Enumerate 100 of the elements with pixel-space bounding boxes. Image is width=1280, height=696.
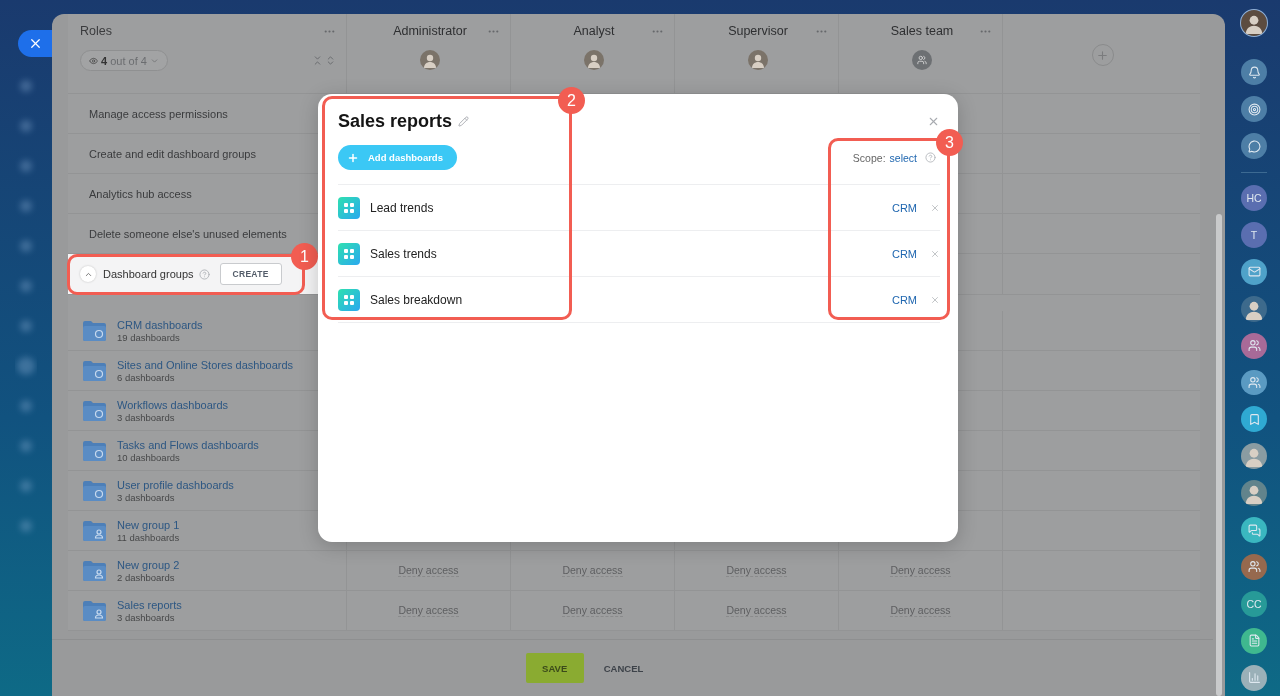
group-link[interactable]: CRM dashboards [117,318,203,331]
close-icon [930,248,940,259]
chat-icon [1247,139,1261,153]
initials-avatar[interactable]: CC [1241,590,1267,617]
sidebar-button[interactable] [1241,553,1267,580]
scope-link[interactable]: select [889,151,917,164]
permission-label: Delete someone else's unused elements [88,227,287,240]
sidebar-button[interactable] [1241,406,1267,433]
sidebar-button[interactable] [1241,332,1267,359]
folder-icon [83,560,106,581]
sidebar-button[interactable] [1241,133,1267,160]
people-icon [1247,375,1261,389]
people-icon [1247,560,1261,574]
sidebar-button[interactable] [1241,258,1267,285]
role-name: Analyst [572,24,616,38]
dashboard-count: 3 dashboards [117,411,176,423]
dashboard-count: 6 dashboards [117,371,176,383]
help-icon[interactable] [925,152,936,163]
section-label: Dashboard groups [103,268,194,280]
avatar-button[interactable] [1241,295,1267,322]
document-icon [1247,634,1261,648]
group-link[interactable]: Workflows dashboards [117,398,229,411]
plus-icon [347,151,359,164]
access-dropdown[interactable]: Deny access [398,564,459,577]
mail-icon [1247,265,1261,279]
permission-label: Manage access permissions [88,107,228,120]
help-icon[interactable] [198,268,210,280]
folder-icon [83,400,106,421]
access-dropdown[interactable]: Deny access [398,604,459,617]
collapse-icon[interactable] [312,55,323,66]
permission-label: Analytics hub access [88,187,192,200]
close-icon [930,202,940,213]
group-link[interactable]: New group 2 [117,558,180,571]
folder-icon [83,480,106,501]
avatar-button[interactable] [1241,443,1267,470]
chart-icon [1247,671,1261,685]
role-name: Administrator [392,24,468,38]
sidebar-button[interactable] [1241,59,1267,86]
annotation-number: 2 [558,87,585,114]
group-link[interactable]: Sites and Online Stores dashboards [117,358,294,371]
expand-icon[interactable] [325,55,336,66]
initials-avatar[interactable]: HC [1241,185,1267,211]
folder-icon [83,520,106,541]
sidebar-button[interactable] [1241,96,1267,123]
collapse-button[interactable] [80,266,96,282]
initials-avatar[interactable]: T [1241,221,1267,248]
column-title: Roles [80,24,112,38]
folder-icon [83,440,106,461]
access-dropdown[interactable]: Deny access [562,564,623,577]
save-button[interactable]: SAVE [525,653,584,683]
access-dropdown[interactable]: Deny access [890,604,951,617]
dashboard-count: 3 dashboards [117,611,176,623]
scope-link[interactable]: CRM [891,201,917,214]
folder-icon [83,320,106,341]
add-dashboards-button[interactable]: Add dashboards [338,145,457,170]
dashboard-icon [338,196,360,219]
group-link[interactable]: User profile dashboards [117,478,234,491]
group-avatar [911,50,932,70]
plus-icon [1096,48,1109,62]
bell-icon [1247,65,1261,79]
close-button[interactable] [18,30,52,57]
user-avatar[interactable] [1240,9,1268,37]
scope-label: Scope: [852,151,886,164]
cancel-button[interactable]: CANCEL [597,661,650,675]
edit-button[interactable] [458,115,470,127]
dashboard-count: 2 dashboards [117,571,176,583]
remove-button[interactable] [930,294,940,305]
scope-link[interactable]: CRM [891,293,917,306]
remove-button[interactable] [930,248,940,259]
group-link[interactable]: New group 1 [117,518,180,531]
remove-button[interactable] [930,202,940,213]
eye-icon [89,55,99,66]
people-icon [1247,339,1261,353]
dialog-title: Sales reports [338,110,453,132]
annotation-number: 1 [291,243,318,270]
dashboard-icon [338,288,360,311]
access-dropdown[interactable]: Deny access [890,564,951,577]
permission-label: Create and edit dashboard groups [88,147,256,160]
access-dropdown[interactable]: Deny access [726,564,787,577]
folder-icon [83,600,106,621]
avatar-button[interactable] [1241,480,1267,507]
group-link[interactable]: Tasks and Flows dashboards [117,438,259,451]
scrollbar[interactable] [1216,214,1222,696]
dashboard-name: Sales breakdown [370,292,464,307]
pencil-icon [458,115,470,127]
dashboard-count: 11 dashboards [117,531,180,543]
dashboard-count: 19 dashboards [117,331,181,343]
group-link[interactable]: Sales reports [117,598,182,611]
sidebar-button[interactable] [1241,517,1267,543]
access-dropdown[interactable]: Deny access [562,604,623,617]
sidebar-button[interactable] [1241,664,1267,691]
create-button[interactable]: CREATE [219,263,282,285]
target-icon [1247,102,1261,116]
sidebar-button[interactable] [1241,369,1267,396]
sidebar-button[interactable] [1241,627,1267,654]
scope-link[interactable]: CRM [891,247,917,260]
access-dropdown[interactable]: Deny access [726,604,787,617]
close-icon [930,294,940,305]
dashboard-name: Lead trends [370,200,435,215]
dashboard-name: Sales trends [370,246,438,261]
